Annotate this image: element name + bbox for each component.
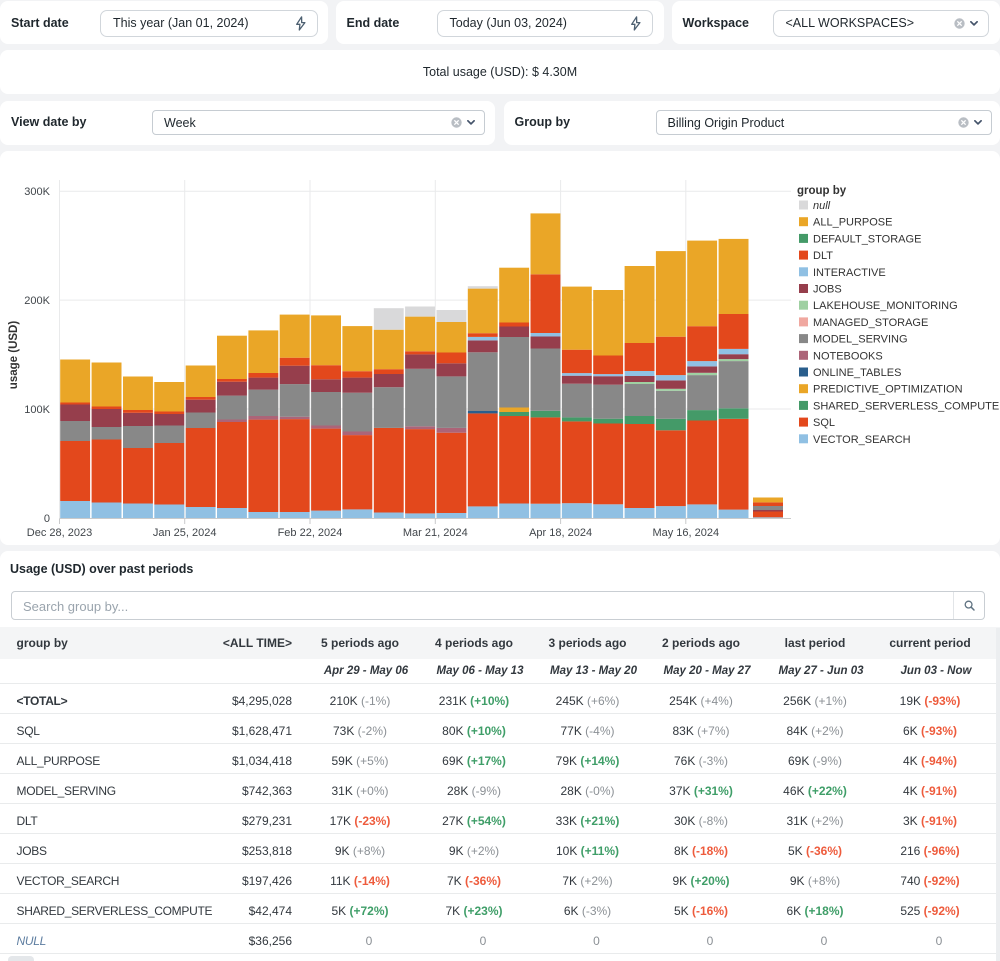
svg-text:Apr 18, 2024: Apr 18, 2024 xyxy=(529,527,592,539)
svg-text:200K: 200K xyxy=(24,295,50,307)
svg-text:INTERACTIVE: INTERACTIVE xyxy=(813,267,886,279)
svg-text:Mar 21, 2024: Mar 21, 2024 xyxy=(403,527,468,539)
svg-text:NOTEBOOKS: NOTEBOOKS xyxy=(813,350,883,362)
svg-text:DEFAULT_STORAGE: DEFAULT_STORAGE xyxy=(813,233,921,245)
svg-text:100K: 100K xyxy=(24,404,50,416)
svg-text:ONLINE_TABLES: ONLINE_TABLES xyxy=(813,367,901,379)
svg-text:Feb 22, 2024: Feb 22, 2024 xyxy=(278,527,343,539)
svg-text:MANAGED_STORAGE: MANAGED_STORAGE xyxy=(813,317,928,329)
svg-text:SQL: SQL xyxy=(813,417,835,429)
svg-text:ALL_PURPOSE: ALL_PURPOSE xyxy=(813,217,892,229)
svg-text:0: 0 xyxy=(44,513,50,525)
svg-text:DLT: DLT xyxy=(813,250,833,262)
svg-text:JOBS: JOBS xyxy=(813,284,842,296)
svg-text:PREDICTIVE_OPTIMIZATION: PREDICTIVE_OPTIMIZATION xyxy=(813,384,963,396)
svg-text:Jan 25, 2024: Jan 25, 2024 xyxy=(153,527,217,539)
svg-text:300K: 300K xyxy=(24,186,50,198)
svg-text:null: null xyxy=(813,200,831,212)
svg-text:SHARED_SERVERLESS_COMPUTE: SHARED_SERVERLESS_COMPUTE xyxy=(813,400,999,412)
svg-text:usage (USD): usage (USD) xyxy=(8,321,20,390)
svg-text:May 16, 2024: May 16, 2024 xyxy=(652,527,719,539)
svg-text:Dec 28, 2023: Dec 28, 2023 xyxy=(27,527,92,539)
svg-text:VECTOR_SEARCH: VECTOR_SEARCH xyxy=(813,434,911,446)
svg-text:LAKEHOUSE_MONITORING: LAKEHOUSE_MONITORING xyxy=(813,300,958,312)
svg-text:MODEL_SERVING: MODEL_SERVING xyxy=(813,334,908,346)
svg-text:group by: group by xyxy=(797,185,847,197)
